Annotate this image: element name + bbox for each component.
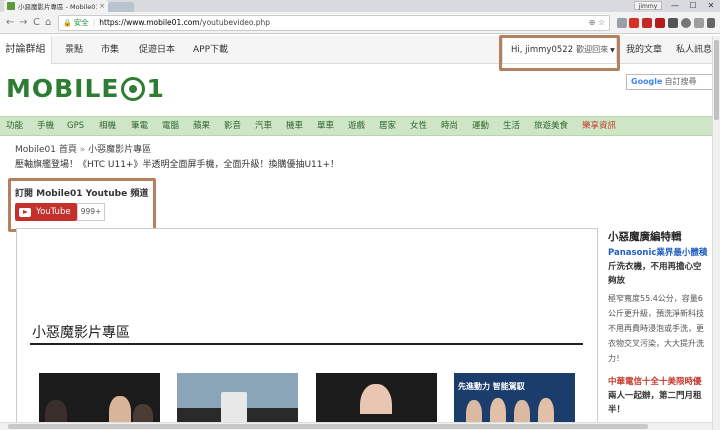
tab-title: 小惡魔影片專區 - Mobile01 bbox=[18, 3, 98, 11]
vertical-scrollbar[interactable] bbox=[712, 36, 720, 430]
sidebar-article-desc: 公斤更升級，預洗淨新科技 bbox=[608, 309, 704, 318]
category-item[interactable]: 旅遊美食 bbox=[534, 117, 568, 136]
category-item[interactable]: 汽車 bbox=[255, 117, 272, 136]
breadcrumb-separator: » bbox=[79, 145, 86, 155]
google-search-input[interactable]: Google 自訂搜尋 bbox=[626, 74, 720, 90]
category-item[interactable]: 居家 bbox=[379, 117, 396, 136]
logo-number: 1 bbox=[146, 74, 165, 103]
extension-icon[interactable] bbox=[642, 18, 652, 28]
category-item[interactable]: 單車 bbox=[317, 117, 334, 136]
category-item[interactable]: 時尚 bbox=[441, 117, 458, 136]
sidebar-article-line[interactable]: 夠放 bbox=[608, 275, 720, 288]
maximize-icon[interactable]: ☐ bbox=[684, 0, 702, 12]
sidebar-article-link[interactable]: Panasonic業界最小體積 bbox=[608, 247, 720, 260]
window-controls: — ☐ ✕ bbox=[666, 0, 720, 12]
category-item[interactable]: 筆電 bbox=[131, 117, 148, 136]
nav-app-download[interactable]: APP下載 bbox=[193, 36, 228, 64]
horizontal-scrollbar[interactable] bbox=[0, 422, 712, 430]
breadcrumb-home[interactable]: Mobile01 首頁 bbox=[15, 145, 77, 155]
extension-icon[interactable] bbox=[629, 18, 639, 28]
home-icon[interactable]: ⌂ bbox=[45, 16, 51, 30]
url-text: https://www.mobile01.com/youtubevideo.ph… bbox=[99, 16, 270, 30]
logo-ring-icon bbox=[120, 77, 145, 101]
forward-icon[interactable]: → bbox=[19, 16, 27, 30]
nav-japan[interactable]: 促遊日本 bbox=[139, 36, 175, 64]
browser-toolbar: ← → C ⌂ 🔒 安全 | https://www.mobile01.com/… bbox=[0, 12, 720, 34]
logo-text: MOBILE bbox=[6, 74, 120, 103]
sidebar-article-desc: 不用再費時浸泡或手洗，更 bbox=[608, 324, 704, 333]
nav-my-posts[interactable]: 我的文章 bbox=[626, 36, 662, 64]
highlight-box-subscribe bbox=[8, 178, 156, 232]
url-host: https://www.mobile01.com bbox=[99, 18, 200, 27]
sidebar-article-line[interactable]: 兩人一起辦，第二門月租 bbox=[608, 390, 720, 403]
browser-titlebar: 小惡魔影片專區 - Mobile01 × jimmy — ☐ ✕ bbox=[0, 0, 720, 12]
zoom-icon[interactable]: ⊕ bbox=[589, 18, 596, 27]
category-item[interactable]: 相機 bbox=[99, 117, 116, 136]
new-tab-button[interactable] bbox=[108, 2, 134, 12]
bookmark-star-icon[interactable]: ☆ bbox=[598, 18, 605, 27]
category-item[interactable]: 機車 bbox=[286, 117, 303, 136]
nav-messages[interactable]: 私人訊息 bbox=[676, 36, 712, 64]
sidebar-article-desc: 力！ bbox=[608, 354, 624, 363]
category-item[interactable]: GPS bbox=[67, 117, 84, 136]
search-placeholder: 自訂搜尋 bbox=[664, 77, 697, 86]
site-logo[interactable]: MOBILE 1 bbox=[6, 76, 165, 102]
category-item[interactable]: 女性 bbox=[410, 117, 427, 136]
section-title: 小惡魔影片專區 bbox=[32, 325, 130, 341]
category-item[interactable]: 遊戲 bbox=[348, 117, 365, 136]
extension-icon[interactable] bbox=[681, 18, 691, 28]
extension-icon[interactable] bbox=[694, 18, 704, 28]
lock-icon: 🔒 bbox=[63, 19, 72, 27]
address-bar[interactable]: 🔒 安全 | https://www.mobile01.com/youtubev… bbox=[58, 15, 610, 31]
google-brand: Google bbox=[631, 77, 663, 86]
category-item[interactable]: 電腦 bbox=[162, 117, 179, 136]
category-item[interactable]: 生活 bbox=[503, 117, 520, 136]
close-window-icon[interactable]: ✕ bbox=[702, 0, 720, 12]
category-item[interactable]: 蘋果 bbox=[193, 117, 210, 136]
site-favicon-icon bbox=[7, 2, 15, 10]
nav-forums[interactable]: 討論群組 bbox=[0, 36, 52, 64]
nav-market[interactable]: 市集 bbox=[101, 36, 119, 64]
sidebar-article-desc: 衣物交叉污染，大大提升洗 bbox=[608, 339, 704, 348]
category-item[interactable]: 影音 bbox=[224, 117, 241, 136]
category-item[interactable]: 運動 bbox=[472, 117, 489, 136]
scrollbar-thumb[interactable] bbox=[714, 40, 719, 120]
reload-icon[interactable]: C bbox=[33, 16, 40, 30]
browser-tab[interactable]: 小惡魔影片專區 - Mobile01 × bbox=[4, 0, 108, 12]
category-item-hot[interactable]: 樂享資訊 bbox=[582, 117, 616, 136]
menu-icon[interactable] bbox=[707, 18, 715, 28]
url-path: /youtubevideo.php bbox=[199, 18, 271, 27]
highlight-box-user bbox=[499, 35, 620, 71]
breadcrumb: Mobile01 首頁 » 小惡魔影片專區 bbox=[15, 142, 151, 155]
section-divider bbox=[30, 343, 583, 345]
close-tab-icon[interactable]: × bbox=[99, 2, 105, 10]
minimize-icon[interactable]: — bbox=[666, 0, 684, 12]
breadcrumb-current[interactable]: 小惡魔影片專區 bbox=[88, 145, 151, 155]
thumbnail-caption: 先進動力 智能駕馭 bbox=[458, 382, 525, 391]
extension-icon[interactable] bbox=[668, 18, 678, 28]
promo-headline[interactable]: 壓軸旗艦登場！《HTC U11+》半透明全面屏手機，全面升級！換購優抽U11+！ bbox=[15, 157, 339, 170]
window-profile-badge[interactable]: jimmy bbox=[634, 1, 662, 10]
extension-icon[interactable] bbox=[655, 18, 665, 28]
category-item[interactable]: 功能 bbox=[6, 117, 23, 136]
secure-label: 安全 bbox=[73, 18, 89, 27]
back-icon[interactable]: ← bbox=[6, 16, 14, 30]
address-divider: | bbox=[92, 18, 96, 27]
category-bar: 功能 手機 GPS 相機 筆電 電腦 蘋果 影音 汽車 機車 單車 遊戲 居家 … bbox=[0, 116, 720, 136]
sidebar-article-desc: 極窄寬度55.4公分，容量6 bbox=[608, 294, 703, 303]
scrollbar-thumb[interactable] bbox=[8, 424, 648, 429]
extension-icon[interactable] bbox=[617, 18, 627, 28]
sidebar-article-link[interactable]: 中華電信十全十美限時優 bbox=[608, 376, 720, 389]
address-actions: ⊕ ☆ bbox=[589, 16, 605, 30]
sidebar-article-line[interactable]: 半！ bbox=[608, 404, 720, 417]
nav-attractions[interactable]: 景點 bbox=[65, 36, 83, 64]
sidebar-title: 小惡魔廣編特輯 bbox=[608, 231, 682, 243]
sidebar-article-line[interactable]: 斤洗衣機，不用再擔心空 bbox=[608, 261, 720, 274]
category-item[interactable]: 手機 bbox=[37, 117, 54, 136]
